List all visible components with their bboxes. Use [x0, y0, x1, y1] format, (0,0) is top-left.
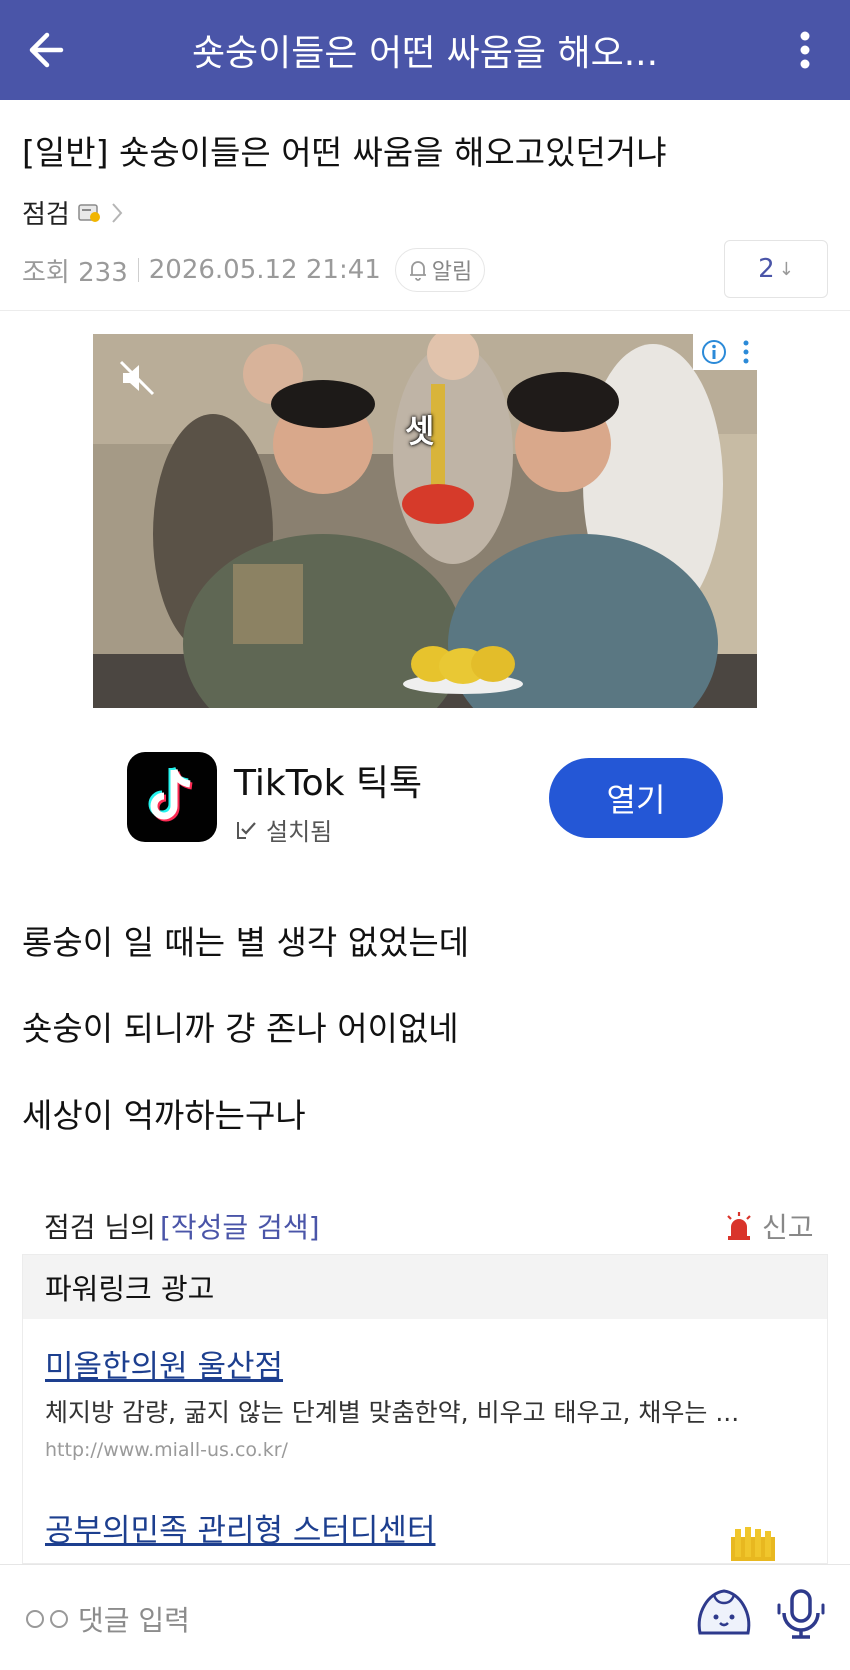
post-title: [일반] 숏숭이들은 어떤 싸움을 해오고있던거냐 — [22, 133, 667, 172]
dumpling-emoji-icon[interactable] — [694, 1585, 754, 1641]
powerlink-ad-badge-icon — [731, 1527, 775, 1561]
app-name: TikTok 틱톡 — [234, 763, 423, 804]
report-button[interactable]: 신고 — [724, 1206, 814, 1246]
more-vertical-icon — [800, 31, 810, 69]
comment-input[interactable]: 댓글 입력 — [26, 1599, 190, 1639]
microphone-icon[interactable] — [776, 1587, 826, 1641]
ad-video-caption: 셋 — [405, 412, 435, 450]
meta-divider — [137, 258, 139, 282]
app-status-label: 설치됨 — [266, 818, 333, 846]
powerlink-header: 파워링크 광고 — [23, 1255, 827, 1319]
dots-icon — [26, 1610, 68, 1628]
post-datetime: 2026.05.12 21:41 — [148, 255, 381, 285]
open-app-button[interactable]: 열기 — [549, 758, 723, 838]
arrow-left-icon — [29, 32, 64, 68]
post-meta: 조회 233 2026.05.12 21:41 알림 — [22, 248, 486, 292]
ad-video-frame — [93, 334, 757, 708]
view-count: 조회 233 — [22, 257, 128, 288]
arrow-down-icon: ↓ — [778, 258, 794, 280]
comment-count-button[interactable]: 2 ↓ — [724, 240, 828, 298]
powerlink-item-title-1[interactable]: 미올한의원 울산점 — [45, 1341, 283, 1386]
header-divider — [0, 310, 850, 311]
tiktok-logo[interactable] — [127, 752, 217, 842]
powerlink-ad-box: 파워링크 광고 미올한의원 울산점 체지방 감량, 굶지 않는 단계별 맞춤한약… — [22, 1254, 828, 1564]
ad-more-icon[interactable] — [742, 339, 750, 365]
powerlink-item-title-2[interactable]: 공부의민족 관리형 스터디센터 — [45, 1505, 435, 1550]
ad-info-box[interactable] — [693, 334, 757, 370]
powerlink-item-desc-1: 체지방 감량, 굶지 않는 단계별 맞춤한약, 비우고 태우고, 채우는 ... — [45, 1398, 740, 1427]
app-bar: 숏숭이들은 어떤 싸움을 해오... — [0, 0, 850, 100]
ad-video[interactable]: 셋 — [93, 334, 757, 708]
back-button[interactable] — [0, 0, 90, 100]
installed-icon — [237, 821, 256, 839]
powerlink-item-url-1[interactable]: http://www.miall-us.co.kr/ — [45, 1439, 288, 1461]
author-search-prefix: 점검 님의 — [44, 1211, 156, 1244]
siren-icon — [727, 1212, 751, 1240]
bell-icon — [409, 261, 426, 281]
author-search-link[interactable]: [작성글 검색] — [160, 1206, 320, 1246]
app-bar-title: 숏숭이들은 어떤 싸움을 해오... — [191, 33, 659, 74]
member-badge-icon — [78, 203, 100, 222]
comment-count: 2 — [758, 254, 775, 284]
author-search-row: 점검 님의 [작성글 검색] — [44, 1206, 320, 1246]
author-name[interactable]: 점검 — [22, 194, 70, 231]
comment-input-placeholder: 댓글 입력 — [78, 1604, 190, 1637]
post-body-line-1: 롱숭이 일 때는 별 생각 없었는데 — [22, 923, 470, 962]
app-status: 설치됨 — [236, 812, 332, 847]
alarm-button[interactable]: 알림 — [394, 248, 486, 292]
comment-bar: 댓글 입력 — [0, 1564, 850, 1670]
tiktok-icon — [148, 766, 193, 822]
info-icon[interactable] — [701, 339, 727, 365]
chevron-right-icon — [112, 202, 123, 223]
report-label: 신고 — [762, 1211, 814, 1244]
mute-icon[interactable] — [117, 358, 157, 398]
more-button[interactable] — [760, 0, 850, 100]
author-row[interactable]: 점검 — [22, 194, 124, 231]
post-body-line-2: 숏숭이 되니까 걍 존나 어이없네 — [22, 1009, 459, 1048]
post-body-line-3: 세상이 억까하는구나 — [22, 1096, 306, 1135]
alarm-label: 알림 — [431, 260, 473, 285]
